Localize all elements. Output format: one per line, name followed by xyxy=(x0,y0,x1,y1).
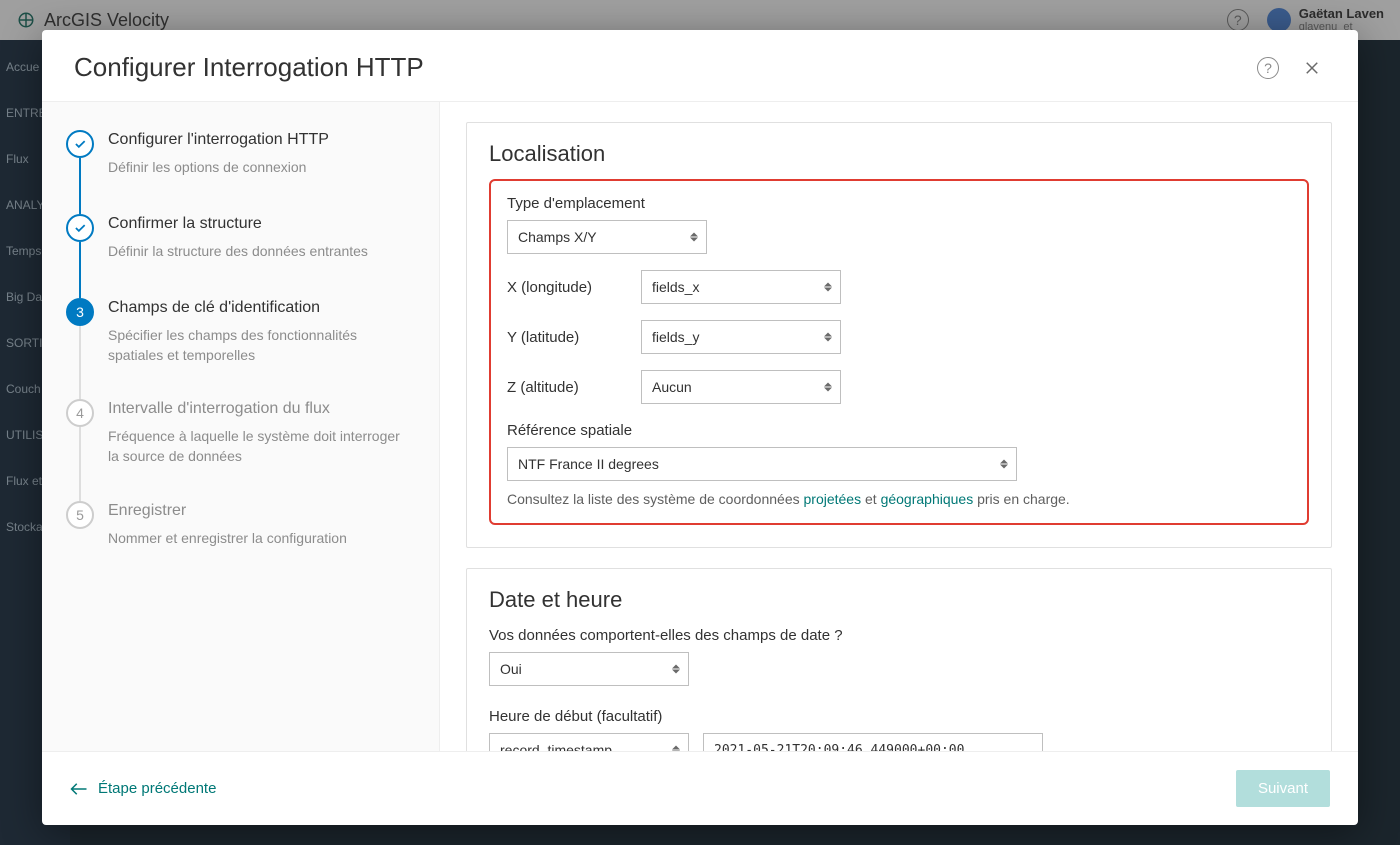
step-number-icon: 5 xyxy=(66,501,94,529)
check-icon xyxy=(66,214,94,242)
chevron-updown-icon xyxy=(1000,460,1008,469)
chevron-updown-icon xyxy=(672,665,680,674)
start-field-select[interactable]: record_timestamp xyxy=(489,733,689,751)
step-2[interactable]: Confirmer la structure Définir la struct… xyxy=(66,214,411,298)
chevron-updown-icon xyxy=(824,283,832,292)
previous-button[interactable]: Étape précédente xyxy=(70,780,216,797)
modal-help-button[interactable]: ? xyxy=(1254,54,1282,82)
wizard-steps: Configurer l'interrogation HTTP Définir … xyxy=(42,102,440,751)
spatial-ref-select[interactable]: NTF France II degrees xyxy=(507,447,1017,481)
y-label: Y (latitude) xyxy=(507,329,623,346)
geographic-link[interactable]: géographiques xyxy=(881,491,974,507)
modal-close-button[interactable] xyxy=(1298,54,1326,82)
step-number-icon: 4 xyxy=(66,399,94,427)
check-icon xyxy=(66,130,94,158)
has-date-label: Vos données comportent-elles des champs … xyxy=(489,627,1309,644)
projected-link[interactable]: projetées xyxy=(804,491,862,507)
spatial-ref-hint: Consultez la liste des système de coordo… xyxy=(507,491,1291,507)
chevron-updown-icon xyxy=(672,746,680,752)
has-date-select[interactable]: Oui xyxy=(489,652,689,686)
x-field-select[interactable]: fields_x xyxy=(641,270,841,304)
step-5[interactable]: 5 Enregistrer Nommer et enregistrer la c… xyxy=(66,501,411,582)
chevron-updown-icon xyxy=(824,383,832,392)
start-time-label: Heure de début (facultatif) xyxy=(489,708,1309,725)
y-field-select[interactable]: fields_y xyxy=(641,320,841,354)
z-label: Z (altitude) xyxy=(507,379,623,396)
next-button[interactable]: Suivant xyxy=(1236,770,1330,807)
step-4[interactable]: 4 Intervalle d'interrogation du flux Fré… xyxy=(66,399,411,500)
wizard-content: Localisation Type d'emplacement Champs X… xyxy=(440,102,1358,751)
chevron-updown-icon xyxy=(824,333,832,342)
location-type-select[interactable]: Champs X/Y xyxy=(507,220,707,254)
highlighted-section: Type d'emplacement Champs X/Y X (longitu… xyxy=(489,179,1309,525)
localisation-panel: Localisation Type d'emplacement Champs X… xyxy=(466,122,1332,548)
panel-title: Date et heure xyxy=(489,587,1309,613)
date-time-panel: Date et heure Vos données comportent-ell… xyxy=(466,568,1332,751)
start-sample-input[interactable]: 2021-05-21T20:09:46.449000+00:00 xyxy=(703,733,1043,751)
step-number-icon: 3 xyxy=(66,298,94,326)
step-3[interactable]: 3 Champs de clé d'identification Spécifi… xyxy=(66,298,411,399)
panel-title: Localisation xyxy=(489,141,1309,167)
x-label: X (longitude) xyxy=(507,279,623,296)
z-field-select[interactable]: Aucun xyxy=(641,370,841,404)
chevron-updown-icon xyxy=(690,233,698,242)
location-type-label: Type d'emplacement xyxy=(507,195,1291,212)
step-1[interactable]: Configurer l'interrogation HTTP Définir … xyxy=(66,130,411,214)
config-modal: Configurer Interrogation HTTP ? Configur… xyxy=(42,30,1358,825)
modal-title: Configurer Interrogation HTTP xyxy=(74,52,1238,83)
spatial-ref-label: Référence spatiale xyxy=(507,422,1291,439)
